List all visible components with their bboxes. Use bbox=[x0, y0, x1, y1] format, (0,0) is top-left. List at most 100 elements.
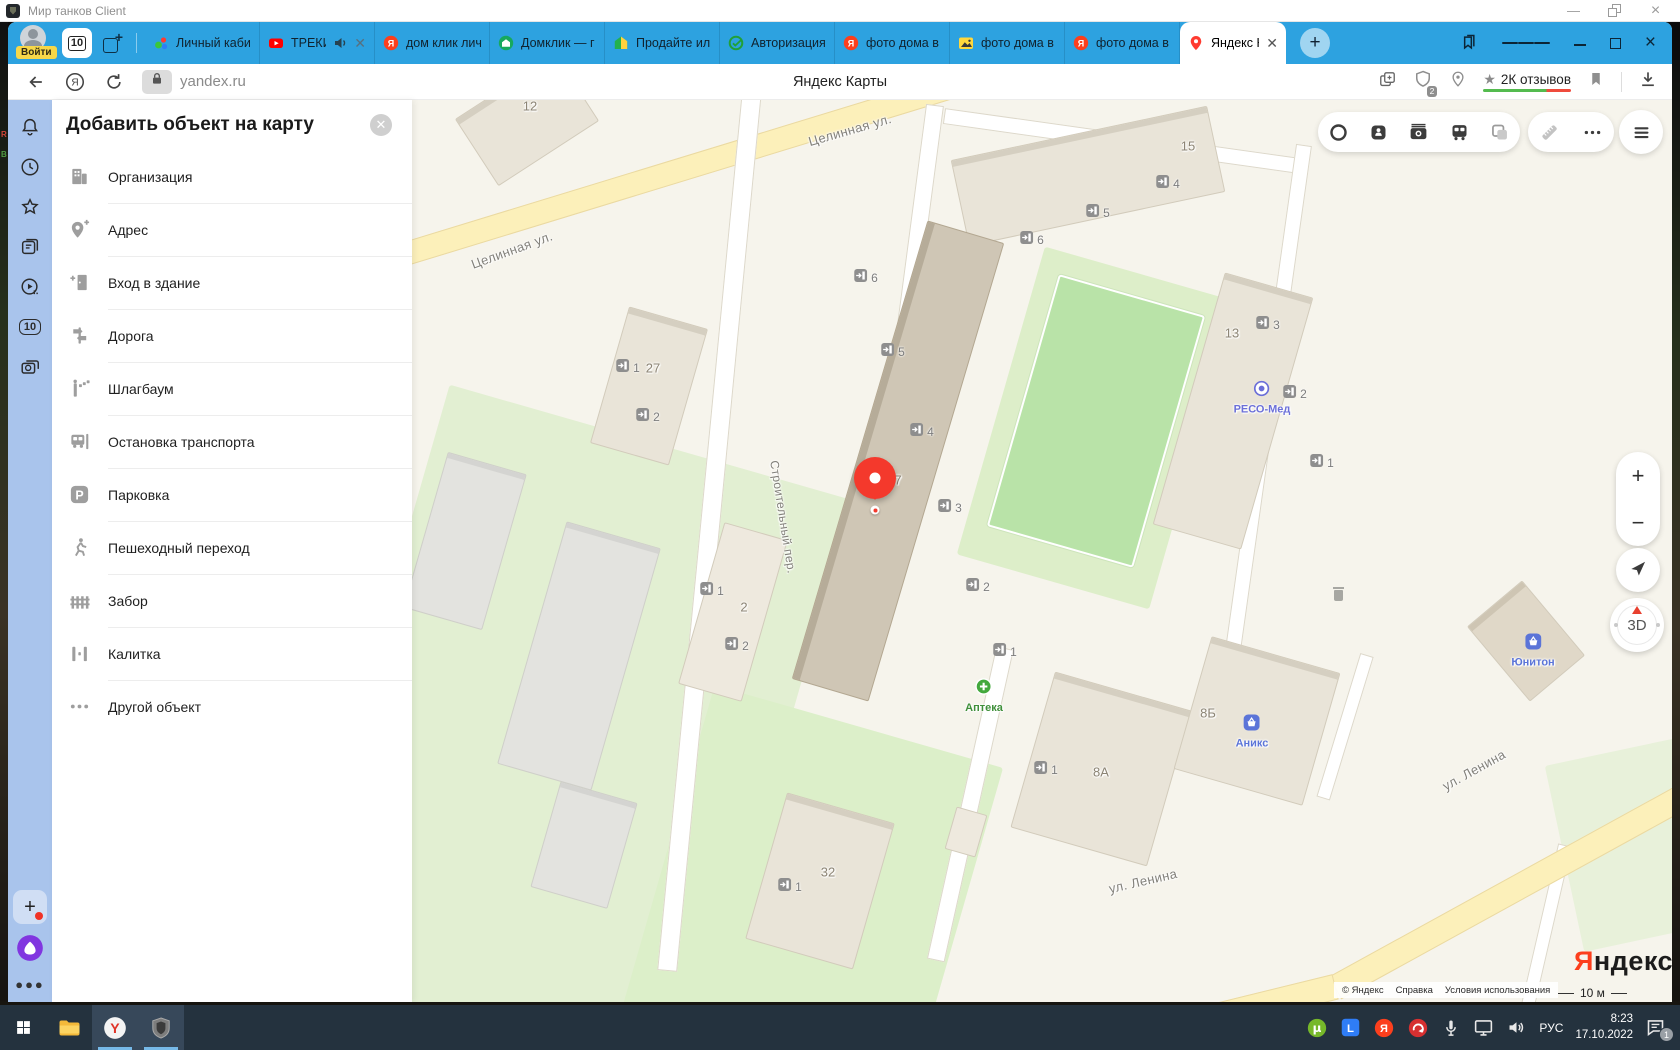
back-button[interactable] bbox=[26, 72, 46, 92]
clone-tab-icon[interactable] bbox=[1378, 70, 1397, 94]
yandex-search-icon[interactable]: Я bbox=[64, 71, 86, 93]
entrance-marker[interactable]: 1 bbox=[778, 878, 802, 896]
tray-l-app-icon[interactable]: L bbox=[1340, 1017, 1361, 1038]
poi-ресо-мед[interactable]: РЕСО-Мед bbox=[1234, 380, 1290, 416]
my-location-button[interactable] bbox=[1616, 548, 1660, 592]
tray-clock[interactable]: 8:23 17.10.2022 bbox=[1575, 1012, 1633, 1043]
zoom-out-button[interactable]: − bbox=[1632, 510, 1645, 536]
history-button[interactable] bbox=[17, 154, 43, 180]
collections-icon[interactable] bbox=[1458, 33, 1478, 53]
selected-location-pin[interactable] bbox=[854, 457, 896, 499]
entrance-marker[interactable]: 1 bbox=[993, 643, 1017, 661]
poi-юнитон[interactable]: Юнитон bbox=[1511, 633, 1555, 669]
taskbar-mir-tankov-button[interactable] bbox=[138, 1005, 184, 1050]
panel-close-button[interactable]: ✕ bbox=[370, 114, 392, 136]
entrance-marker[interactable]: 5 bbox=[1086, 204, 1110, 222]
rail-more-button[interactable]: ●●● bbox=[15, 977, 45, 992]
entrance-marker[interactable]: 4 bbox=[910, 423, 934, 441]
new-tab-button[interactable]: + bbox=[1300, 28, 1330, 58]
entrance-marker[interactable]: 1 bbox=[1310, 454, 1334, 472]
tab-overview-button[interactable]: 10 bbox=[62, 28, 92, 58]
more-tools-icon[interactable] bbox=[1576, 122, 1610, 143]
panel-item-пешеходный-переход[interactable]: Пешеходный переход bbox=[52, 521, 412, 574]
panel-item-дорога[interactable]: Дорога bbox=[52, 309, 412, 362]
panel-item-шлагбаум[interactable]: Шлагбаум bbox=[52, 362, 412, 415]
tab[interactable]: Домклик — г bbox=[490, 22, 605, 64]
tabs-counter-button[interactable]: 10 bbox=[17, 314, 43, 340]
protect-shield-icon[interactable]: 2 bbox=[1413, 69, 1438, 97]
game-close-button[interactable]: × bbox=[1649, 2, 1662, 19]
entrance-marker[interactable]: 2 bbox=[966, 578, 990, 596]
panel-item-парковка[interactable]: P Парковка bbox=[52, 468, 412, 521]
game-restore-button[interactable] bbox=[1608, 4, 1621, 17]
overlay-layers-icon[interactable] bbox=[1483, 122, 1517, 143]
tray-display-icon[interactable] bbox=[1473, 1017, 1494, 1038]
help-link[interactable]: Справка bbox=[1396, 985, 1433, 996]
site-security-chip[interactable] bbox=[142, 69, 172, 94]
bookmarks-button[interactable] bbox=[17, 194, 43, 220]
entrance-marker[interactable]: 2 bbox=[725, 637, 749, 655]
tray-red-app-icon[interactable] bbox=[1407, 1017, 1429, 1039]
entrance-marker[interactable]: 6 bbox=[1020, 231, 1044, 249]
panel-item-забор[interactable]: Забор bbox=[52, 574, 412, 627]
taskbar-explorer-button[interactable] bbox=[46, 1005, 92, 1050]
entrance-marker[interactable]: 3 bbox=[938, 499, 962, 517]
browser-minimize-button[interactable] bbox=[1573, 34, 1586, 46]
entrance-marker[interactable]: 6 bbox=[854, 269, 878, 287]
entrance-marker[interactable]: 1 bbox=[700, 582, 724, 600]
compass-3d-button[interactable]: 3D bbox=[1610, 598, 1664, 652]
panel-item-другой-объект[interactable]: Другой объект bbox=[52, 680, 412, 733]
tab[interactable]: Яфото дома в bbox=[835, 22, 950, 64]
rail-add-button[interactable]: + bbox=[13, 890, 47, 924]
panel-item-организация[interactable]: Организация bbox=[52, 150, 412, 203]
tray-yandex-tray-icon[interactable]: Я bbox=[1373, 1017, 1395, 1039]
map-menu-button[interactable] bbox=[1619, 110, 1663, 154]
taskbar-yandex-browser-button[interactable]: Y bbox=[92, 1005, 138, 1050]
tab[interactable]: Ядом клик лич bbox=[375, 22, 490, 64]
taskbar-start-button[interactable] bbox=[0, 1005, 46, 1050]
alisa-button[interactable] bbox=[16, 934, 44, 967]
panel-item-адрес[interactable]: Адрес bbox=[52, 203, 412, 256]
photos-icon[interactable] bbox=[1402, 122, 1436, 143]
panoramas-icon[interactable] bbox=[1362, 122, 1396, 143]
game-minimize-button[interactable]: — bbox=[1567, 3, 1580, 18]
terms-link[interactable]: Условия использования bbox=[1445, 985, 1550, 996]
browser-menu-button[interactable] bbox=[1501, 39, 1550, 46]
entrance-marker[interactable]: 4 bbox=[1156, 175, 1180, 193]
entrance-marker[interactable]: 5 bbox=[881, 343, 905, 361]
tray-notifications-button[interactable]: 1 bbox=[1645, 1017, 1674, 1042]
new-window-button[interactable] bbox=[98, 28, 128, 58]
entrance-marker[interactable]: 1 bbox=[616, 359, 640, 377]
entrance-marker[interactable]: 1 bbox=[1034, 761, 1058, 779]
tab-close-icon[interactable]: ✕ bbox=[354, 35, 366, 52]
tab[interactable]: фото дома в bbox=[950, 22, 1065, 64]
feed-button[interactable] bbox=[17, 234, 43, 260]
notifications-button[interactable] bbox=[17, 114, 43, 140]
tab-close-icon[interactable]: ✕ bbox=[1266, 35, 1278, 52]
tray-language[interactable]: РУС bbox=[1539, 1021, 1563, 1035]
url-field[interactable]: yandex.ru bbox=[180, 73, 246, 90]
ruler-icon[interactable] bbox=[1533, 122, 1567, 143]
tab-audio-icon[interactable] bbox=[333, 35, 347, 52]
transport-icon[interactable] bbox=[1442, 122, 1476, 143]
panel-item-калитка[interactable]: Калитка bbox=[52, 627, 412, 680]
screenshot-button[interactable] bbox=[17, 354, 43, 380]
tray-microphone-icon[interactable] bbox=[1441, 1018, 1461, 1038]
browser-close-button[interactable]: × bbox=[1645, 33, 1656, 52]
tab[interactable]: ТРЕКИ ✕ bbox=[260, 22, 375, 64]
tab-active[interactable]: Яндекс Ка ✕ bbox=[1180, 22, 1286, 64]
browser-maximize-button[interactable] bbox=[1609, 37, 1621, 49]
poi-аптека[interactable]: Аптека bbox=[965, 678, 1003, 714]
geo-pin-icon[interactable] bbox=[1449, 70, 1467, 93]
tray-utorrent-icon[interactable]: µ bbox=[1306, 1017, 1328, 1039]
reviews-rating[interactable]: ★ 2К отзывов bbox=[1483, 71, 1571, 92]
tab[interactable]: Яфото дома в bbox=[1065, 22, 1180, 64]
panel-item-вход-в-здание[interactable]: Вход в здание bbox=[52, 256, 412, 309]
panel-item-остановка-транспорта[interactable]: Остановка транспорта bbox=[52, 415, 412, 468]
entrance-marker[interactable]: 3 bbox=[1256, 316, 1280, 334]
login-badge[interactable]: Войти bbox=[16, 46, 57, 59]
poi-аникс[interactable]: Аникс bbox=[1236, 714, 1268, 750]
zoom-in-button[interactable]: + bbox=[1632, 463, 1645, 489]
refresh-button[interactable] bbox=[104, 72, 124, 92]
tab[interactable]: Авторизация bbox=[720, 22, 835, 64]
